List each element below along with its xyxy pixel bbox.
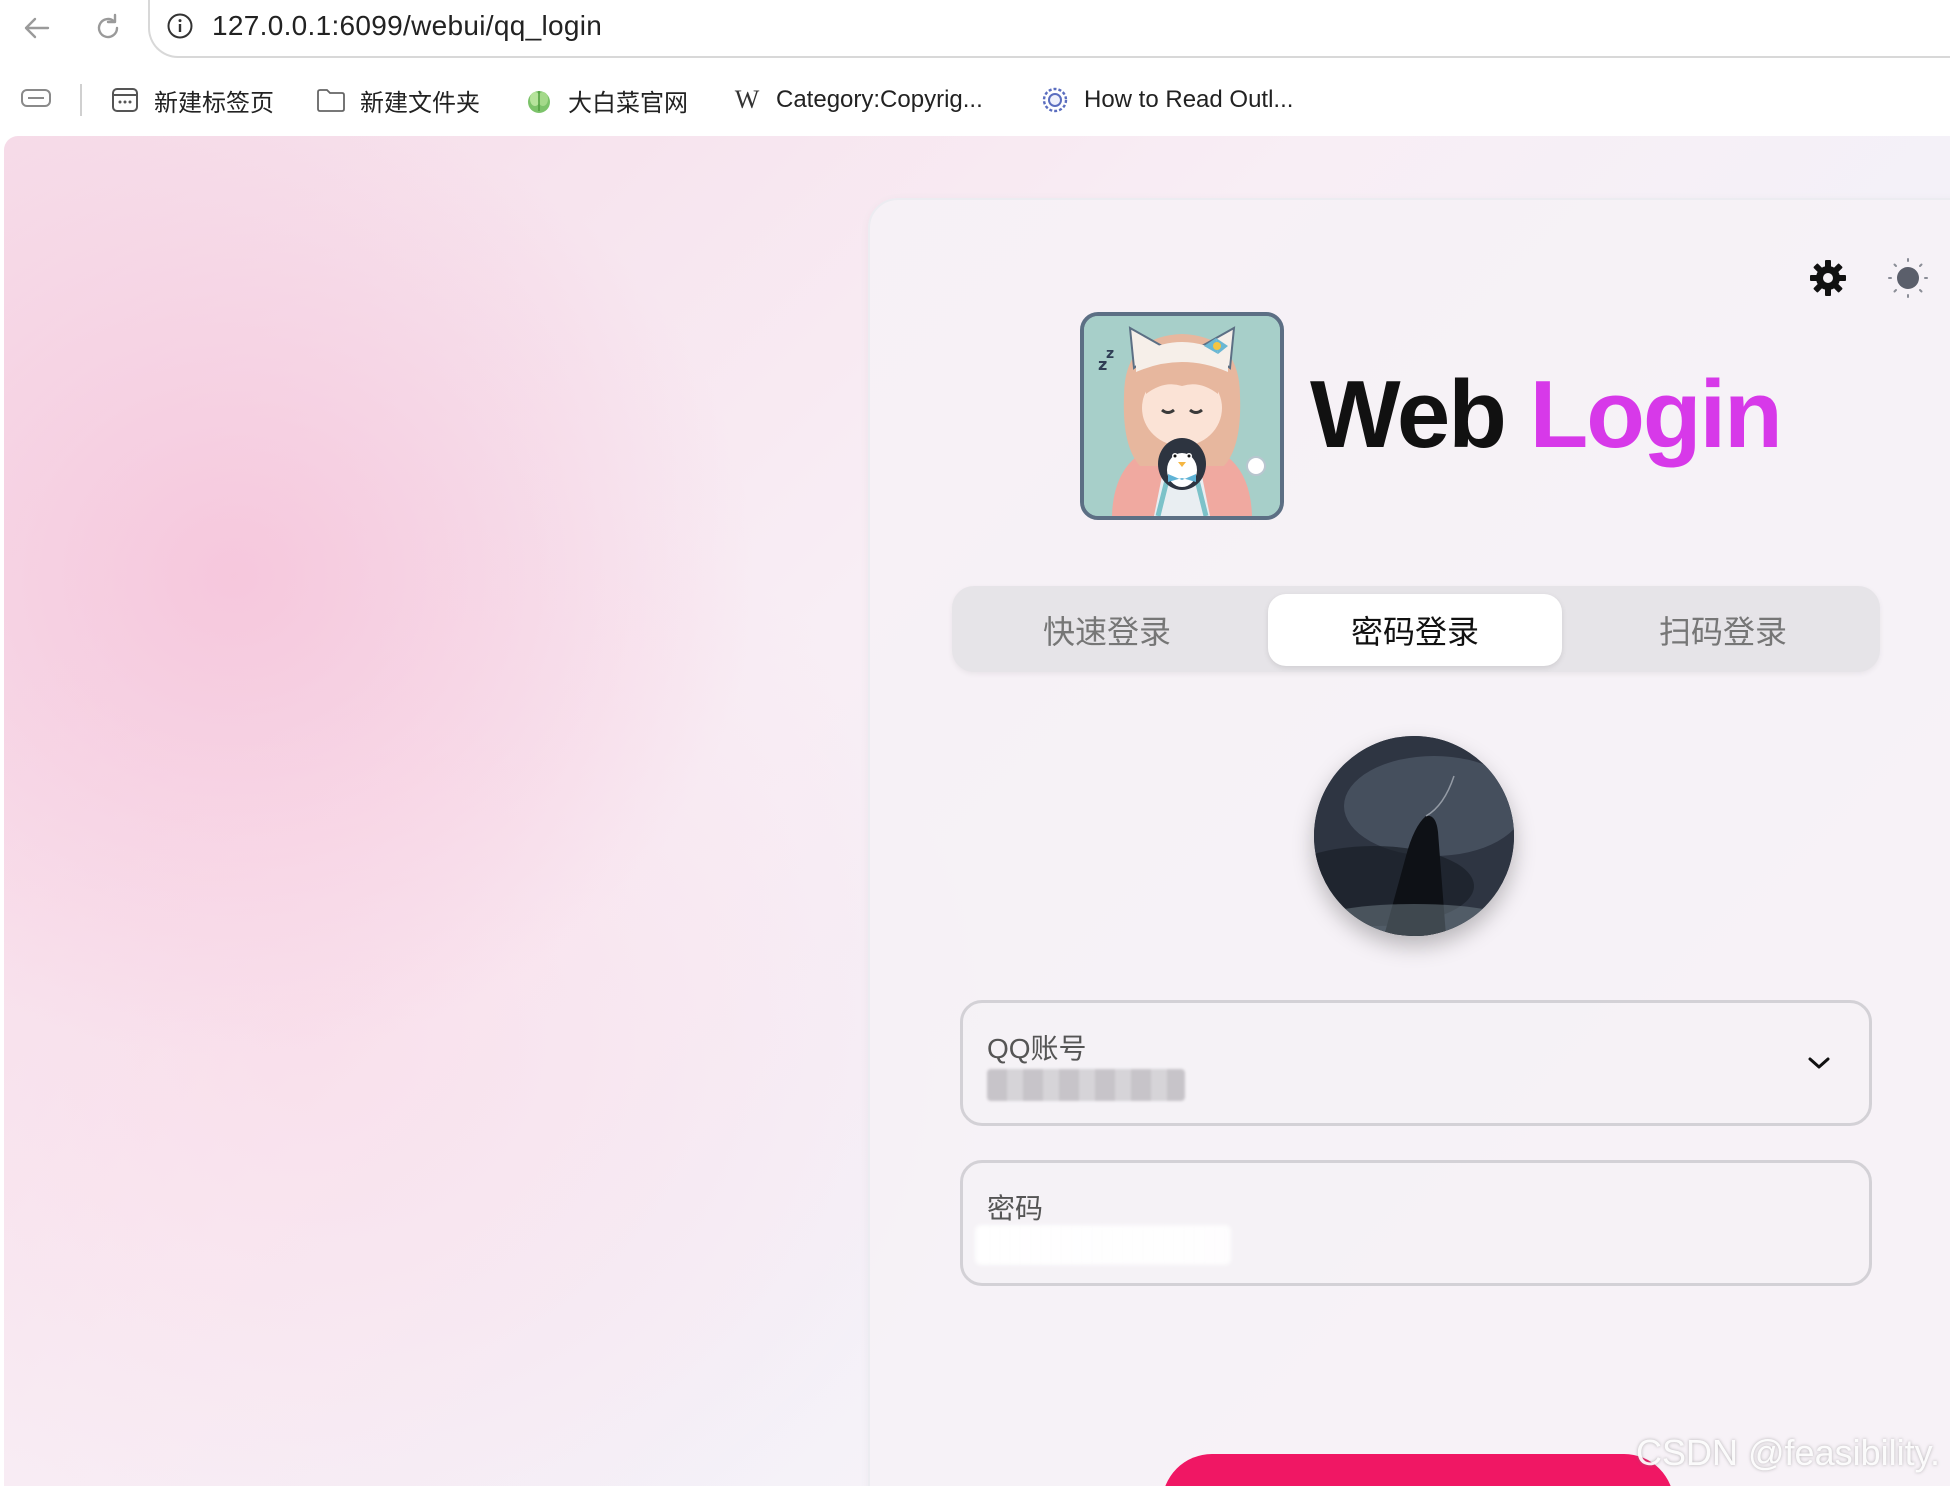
reload-icon [97, 13, 119, 39]
tab-password-login[interactable]: 密码登录 [1268, 594, 1562, 666]
bookmark-how-to-read[interactable]: How to Read Outl... [1040, 82, 1293, 118]
avatar [1314, 736, 1514, 936]
arrow-left-icon [24, 17, 50, 39]
tab-quick-login[interactable]: 快速登录 [952, 594, 1262, 666]
password-label: 密码 [987, 1193, 1044, 1224]
password-field[interactable]: 密码 [960, 1160, 1872, 1286]
logo-illustration-icon: z z [1084, 316, 1280, 516]
chevron-down-icon[interactable] [1803, 1047, 1835, 1079]
bookmark-label: Category:Copyrig... [776, 86, 983, 113]
address-url[interactable]: 127.0.0.1:6099/webui/qq_login [212, 10, 602, 42]
back-button[interactable] [14, 6, 58, 50]
gear-badge-icon [1040, 85, 1070, 115]
app-logo: z z [1080, 312, 1284, 520]
browser-chrome: 127.0.0.1:6099/webui/qq_login 新建标签页 新建文件… [0, 0, 1950, 136]
avatar-image-icon [1314, 736, 1514, 936]
watermark: CSDN @feasibility. [1636, 1432, 1940, 1473]
folder-icon [316, 85, 346, 115]
bookmarks-bar: 新建标签页 新建文件夹 大白菜官网 W Category:Copyrig... … [0, 74, 1950, 126]
theme-toggle-button[interactable] [1882, 252, 1934, 304]
qq-account-label: QQ账号 [987, 1033, 1087, 1064]
bookmark-label: 新建标签页 [154, 89, 274, 117]
bookmark-new-tab[interactable]: 新建标签页 [110, 82, 274, 118]
new-tab-icon [110, 85, 140, 115]
qq-account-value-redacted [987, 1069, 1185, 1101]
password-value-redacted [975, 1225, 1231, 1265]
login-method-tabs: 快速登录 密码登录 扫码登录 [952, 586, 1880, 672]
sidebar-toggle-icon[interactable] [20, 86, 52, 119]
bookmark-category-copyright[interactable]: W Category:Copyrig... [732, 82, 983, 118]
sun-icon [1888, 258, 1928, 298]
info-icon[interactable] [166, 12, 194, 40]
bookmark-label: How to Read Outl... [1084, 86, 1294, 113]
wikipedia-icon: W [734, 85, 760, 114]
gear-icon [1810, 260, 1846, 296]
title-login: Login [1529, 361, 1783, 468]
page-title: Web Login [1310, 360, 1783, 470]
reload-button[interactable] [86, 6, 130, 50]
cabbage-icon [524, 85, 554, 115]
bookmark-new-folder[interactable]: 新建文件夹 [316, 82, 480, 118]
address-bar[interactable]: 127.0.0.1:6099/webui/qq_login [148, 0, 1950, 58]
bookmark-dabaicai[interactable]: 大白菜官网 [524, 82, 688, 118]
tab-qrcode-login[interactable]: 扫码登录 [1568, 594, 1878, 666]
bookmarks-divider [80, 84, 82, 116]
qq-account-select[interactable]: QQ账号 [960, 1000, 1872, 1126]
bookmark-label: 大白菜官网 [568, 89, 688, 117]
bookmark-label: 新建文件夹 [360, 89, 480, 117]
page-background: z z Web Login 快速登录 密码登录 扫码登录 QQ账号 密码 [4, 136, 1950, 1486]
svg-text:z: z [1106, 346, 1114, 362]
login-button[interactable]: 登录 [1162, 1454, 1674, 1486]
title-web: Web [1310, 361, 1507, 468]
settings-button[interactable] [1802, 252, 1854, 304]
login-card: z z Web Login 快速登录 密码登录 扫码登录 QQ账号 密码 [868, 198, 1950, 1486]
